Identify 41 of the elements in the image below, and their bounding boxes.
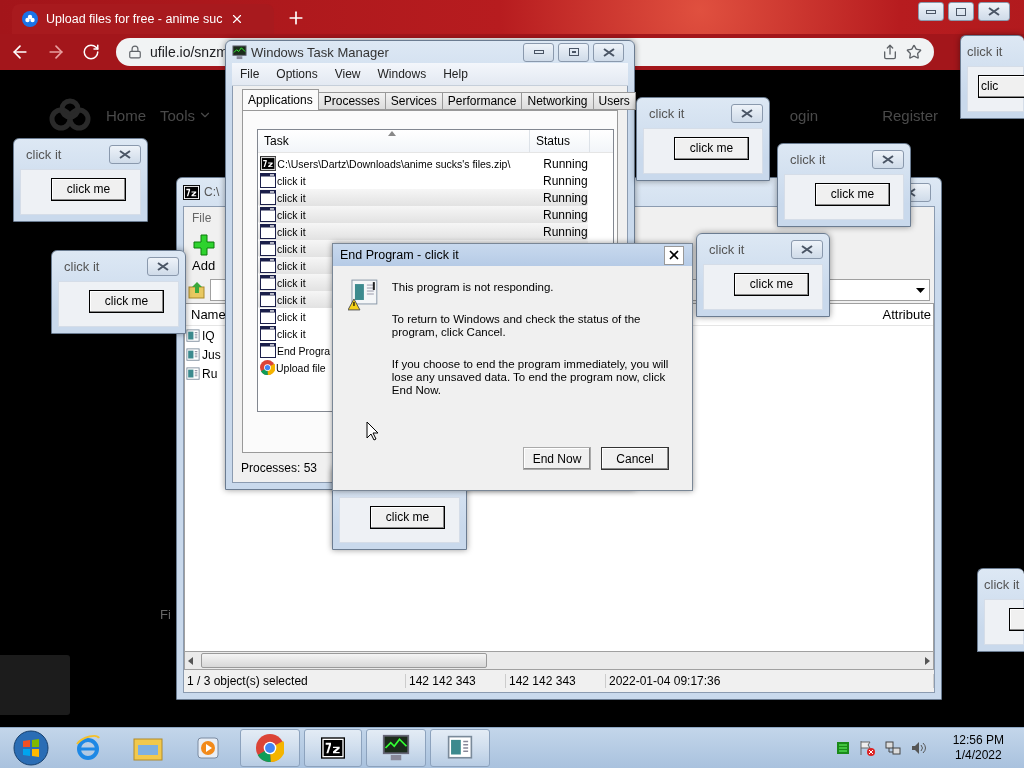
clock-date: 1/4/2022: [954, 748, 1002, 763]
task-name: click it: [277, 174, 306, 187]
task-status: Running: [543, 173, 588, 188]
task-name: click it: [277, 293, 306, 306]
window-title: C:\: [204, 185, 220, 199]
window-title: click it: [967, 43, 1004, 59]
tab-title: Upload files for free - anime suc: [46, 12, 223, 26]
window-title: Windows Task Manager: [251, 44, 390, 60]
task-name: C:\Users\Dartz\Downloads\anime sucks's files.zip\: [277, 157, 511, 170]
task-status: Running: [543, 207, 588, 222]
task-status: Running: [543, 224, 588, 239]
window-title: click it: [25, 146, 63, 162]
task-name: click it: [277, 225, 306, 238]
status-text: 142 142 343: [506, 674, 606, 688]
task-name: click it: [277, 276, 306, 289]
clock-time: 12:56 PM: [952, 733, 1004, 748]
dialog-title: End Program - click it: [340, 248, 459, 262]
dialog-text: To return to Windows and check the status of the program, click Cancel.: [391, 313, 642, 339]
task-name: click it: [277, 259, 306, 272]
status-text: 2022-01-04 09:17:36: [606, 674, 934, 688]
task-name: click it: [277, 208, 306, 221]
window-title: click it: [789, 151, 827, 167]
window-title: click it: [63, 258, 101, 274]
window-title: click it: [984, 576, 1021, 592]
task-name: click it: [277, 327, 306, 340]
process-count: Processes: 53: [241, 460, 318, 475]
window-title: click it: [708, 241, 746, 257]
task-name: click it: [277, 191, 306, 204]
task-name: Upload file: [276, 361, 326, 374]
dialog-text: This program is not responding.: [391, 281, 555, 294]
status-text: 1 / 3 object(s) selected: [184, 674, 406, 688]
window-title: click it: [648, 105, 686, 121]
footer-text: Fi: [160, 607, 171, 622]
task-status: Running: [543, 156, 588, 171]
status-text: 142 142 343: [406, 674, 506, 688]
task-name: End Progra: [277, 344, 331, 357]
task-name: click it: [277, 242, 306, 255]
task-status: Running: [543, 190, 588, 205]
url-text: ufile.io/snzm: [150, 44, 228, 60]
dialog-text: If you choose to end the program immediately, you will lose any unsaved data. To end the program now, click End Now.: [391, 358, 670, 397]
task-name: click it: [277, 310, 306, 323]
